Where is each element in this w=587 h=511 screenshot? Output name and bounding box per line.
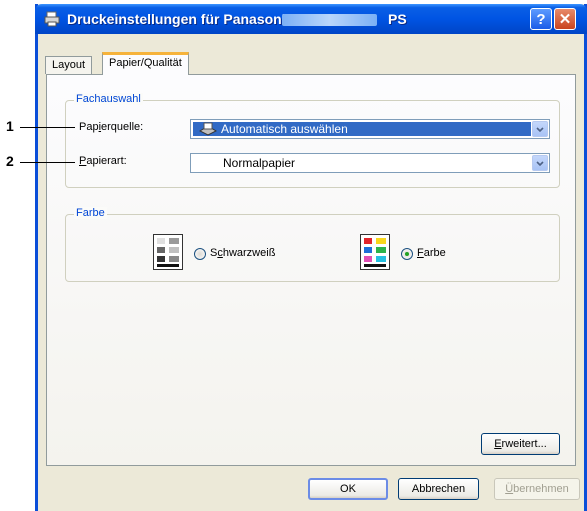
redacted-model-name <box>282 14 377 26</box>
advanced-button[interactable]: Erweitert... <box>481 433 560 455</box>
group-legend-fachauswahl: Fachauswahl <box>74 93 143 105</box>
group-legend-farbe: Farbe <box>74 207 107 219</box>
paper-type-select[interactable]: Normalpapier <box>190 153 550 173</box>
radio-schwarzweiss-label[interactable]: Schwarzweiß <box>210 247 275 259</box>
close-button[interactable]: ✕ <box>554 8 576 30</box>
chevron-down-icon <box>536 127 544 133</box>
paper-type-value: Normalpapier <box>223 156 296 170</box>
paper-source-label: Papierquelle: <box>79 121 144 133</box>
paper-source-select[interactable]: Automatisch auswählen <box>190 119 550 139</box>
callout-line-2 <box>20 162 75 163</box>
color-palette-icon <box>360 234 390 270</box>
paper-source-value: Automatisch auswählen <box>221 122 348 136</box>
window-title: Druckeinstellungen für Panasonic <box>67 11 294 27</box>
callout-line-1 <box>20 127 75 128</box>
group-farbe: Farbe <box>65 207 560 282</box>
radio-farbe[interactable] <box>401 248 413 260</box>
window-title-suffix: PS <box>388 11 407 27</box>
cancel-button[interactable]: Abbrechen <box>398 478 479 500</box>
radio-schwarzweiss[interactable] <box>194 248 206 260</box>
paper-source-dropdown-button[interactable] <box>532 121 548 137</box>
radio-farbe-label[interactable]: Farbe <box>417 247 446 259</box>
printer-icon <box>44 11 60 27</box>
tab-layout[interactable]: Layout <box>45 56 93 74</box>
chevron-down-icon <box>536 161 544 167</box>
help-button[interactable]: ? <box>530 8 552 30</box>
callout-number-2: 2 <box>6 153 14 169</box>
paper-tray-icon <box>199 122 217 136</box>
group-fachauswahl: Fachauswahl <box>65 93 560 188</box>
ok-button[interactable]: OK <box>308 478 388 500</box>
paper-type-label: Papierart: <box>79 155 127 167</box>
tab-papier-qualitaet[interactable]: Papier/Qualität <box>102 52 189 75</box>
title-bar[interactable]: Druckeinstellungen für Panasonic PS ? ✕ <box>35 4 587 34</box>
apply-button[interactable]: Übernehmen <box>494 478 580 500</box>
paper-source-selection: Automatisch auswählen <box>193 122 531 136</box>
paper-type-dropdown-button[interactable] <box>532 155 548 171</box>
grayscale-palette-icon <box>153 234 183 270</box>
callout-number-1: 1 <box>6 118 14 134</box>
